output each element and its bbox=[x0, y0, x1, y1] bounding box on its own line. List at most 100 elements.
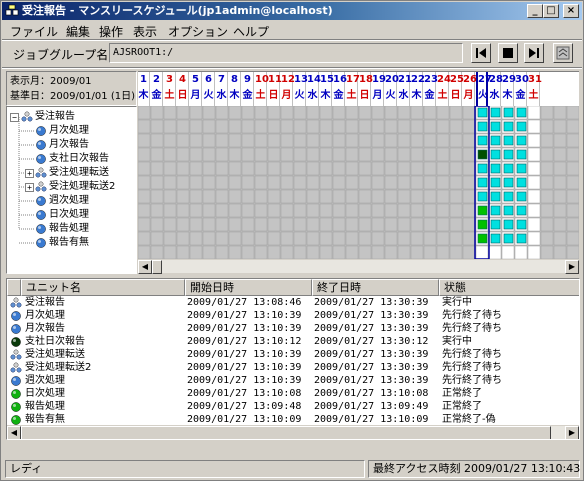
calendar-day-24[interactable]: 24 土 bbox=[437, 72, 451, 106]
schedule-mark-cyan[interactable] bbox=[490, 233, 501, 244]
calendar-day-5[interactable]: 5月 bbox=[190, 72, 202, 106]
calendar-day-19[interactable]: 19 月 bbox=[372, 72, 386, 106]
menu-help[interactable]: ヘルプ bbox=[233, 23, 269, 40]
schedule-mark-green[interactable] bbox=[477, 233, 488, 244]
title-bar[interactable]: 受注報告 - マンスリースケジュール(jp1admin@localhost) _… bbox=[2, 2, 582, 20]
list-row[interactable]: 支社日次報告 2009/01/27 13:10:12 2009/01/27 13:3… bbox=[7, 335, 579, 349]
calendar-day-6[interactable]: 6火 bbox=[203, 72, 215, 106]
schedule-grid[interactable] bbox=[138, 106, 579, 259]
schedule-mark-cyan[interactable] bbox=[477, 191, 488, 202]
schedule-scrollbar[interactable]: ◀ ▶ bbox=[138, 259, 579, 274]
menu-edit[interactable]: 編集 bbox=[66, 23, 90, 40]
jobgroup-field[interactable]: AJSROOT1:/ bbox=[109, 43, 463, 63]
calendar-day-22[interactable]: 22 木 bbox=[411, 72, 425, 106]
list-scrollbar[interactable]: ◀ ▶ bbox=[7, 425, 579, 439]
list-scroll-thumb[interactable] bbox=[21, 426, 551, 439]
list-row[interactable]: 月次報告 2009/01/27 13:10:39 2009/01/27 13:30:… bbox=[7, 322, 579, 336]
schedule-mark-cyan[interactable] bbox=[516, 163, 527, 174]
list-scroll-left-icon[interactable]: ◀ bbox=[7, 426, 21, 439]
tree-node[interactable]: 報告有無 bbox=[35, 236, 89, 250]
schedule-mark-cyan[interactable] bbox=[490, 135, 501, 146]
calendar-day-1[interactable]: 1木 bbox=[138, 72, 150, 106]
menu-options[interactable]: オプション bbox=[168, 23, 228, 40]
calendar-day-16[interactable]: 16 金 bbox=[333, 72, 347, 106]
calendar-day-8[interactable]: 8木 bbox=[229, 72, 241, 106]
list-row[interactable]: 受注処理転送 2009/01/27 13:10:39 2009/01/27 13:3… bbox=[7, 348, 579, 362]
minimize-button[interactable]: _ bbox=[527, 4, 543, 18]
schedule-mark-green[interactable] bbox=[477, 219, 488, 230]
schedule-mark-cyan[interactable] bbox=[503, 177, 514, 188]
tree-node[interactable]: 報告処理 bbox=[35, 222, 89, 236]
list-row[interactable]: 報告処理 2009/01/27 13:09:48 2009/01/27 13:09:… bbox=[7, 400, 579, 414]
tree-node[interactable]: 月次処理 bbox=[35, 124, 89, 138]
maximize-button[interactable]: □ bbox=[543, 4, 559, 18]
calendar-day-10[interactable]: 10 土 bbox=[255, 72, 269, 106]
calendar-day-26[interactable]: 26 月 bbox=[463, 72, 477, 106]
tree-node[interactable]: 受注報告 bbox=[21, 110, 75, 124]
schedule-mark-darkgreen[interactable] bbox=[477, 149, 488, 160]
schedule-mark-cyan[interactable] bbox=[477, 107, 488, 118]
list-row[interactable]: 月次処理 2009/01/27 13:10:39 2009/01/27 13:30:… bbox=[7, 309, 579, 323]
scroll-right-icon[interactable]: ▶ bbox=[565, 260, 579, 274]
list-row[interactable]: 受注処理転送2 2009/01/27 13:10:39 2009/01/27 13:… bbox=[7, 361, 579, 375]
schedule-mark-cyan[interactable] bbox=[503, 135, 514, 146]
calendar-day-20[interactable]: 20 火 bbox=[385, 72, 399, 106]
list-row[interactable]: 週次処理 2009/01/27 13:10:39 2009/01/27 13:30:… bbox=[7, 374, 579, 388]
previous-button[interactable] bbox=[471, 43, 491, 63]
calendar-day-17[interactable]: 17 土 bbox=[346, 72, 360, 106]
calendar-day-14[interactable]: 14 水 bbox=[307, 72, 321, 106]
schedule-mark-cyan[interactable] bbox=[503, 205, 514, 216]
schedule-mark-green[interactable] bbox=[477, 205, 488, 216]
calendar-day-31[interactable]: 31 土 bbox=[528, 72, 542, 106]
menu-view[interactable]: 表示 bbox=[133, 23, 157, 40]
tree-node[interactable]: 日次処理 bbox=[35, 208, 89, 222]
expand-icon[interactable]: + bbox=[25, 183, 34, 192]
schedule-mark-cyan[interactable] bbox=[503, 163, 514, 174]
calendar-day-12[interactable]: 12 月 bbox=[281, 72, 295, 106]
schedule-mark-cyan[interactable] bbox=[490, 219, 501, 230]
next-button[interactable] bbox=[524, 43, 544, 63]
schedule-mark-cyan[interactable] bbox=[477, 177, 488, 188]
schedule-mark-cyan[interactable] bbox=[503, 121, 514, 132]
list-row[interactable]: 日次処理 2009/01/27 13:10:08 2009/01/27 13:10:… bbox=[7, 387, 579, 401]
calendar-day-25[interactable]: 25 日 bbox=[450, 72, 464, 106]
list-scroll-right-icon[interactable]: ▶ bbox=[565, 426, 579, 439]
close-button[interactable]: × bbox=[563, 4, 579, 18]
calendar-day-30[interactable]: 30 金 bbox=[515, 72, 529, 106]
schedule-mark-cyan[interactable] bbox=[516, 135, 527, 146]
calendar-day-13[interactable]: 13 火 bbox=[294, 72, 308, 106]
schedule-mark-cyan[interactable] bbox=[516, 219, 527, 230]
schedule-mark-cyan[interactable] bbox=[490, 149, 501, 160]
schedule-mark-cyan[interactable] bbox=[503, 219, 514, 230]
schedule-mark-cyan[interactable] bbox=[490, 191, 501, 202]
calendar-day-4[interactable]: 4日 bbox=[177, 72, 189, 106]
tree-node[interactable]: 受注処理転送 bbox=[35, 166, 109, 180]
schedule-mark-cyan[interactable] bbox=[516, 191, 527, 202]
calendar-day-18[interactable]: 18 日 bbox=[359, 72, 373, 106]
calendar-day-7[interactable]: 7水 bbox=[216, 72, 228, 106]
expand-icon[interactable]: + bbox=[25, 169, 34, 178]
list-header-unit[interactable]: ユニット名 bbox=[21, 279, 185, 296]
schedule-mark-cyan[interactable] bbox=[490, 107, 501, 118]
schedule-mark-cyan[interactable] bbox=[477, 163, 488, 174]
menu-operation[interactable]: 操作 bbox=[99, 23, 123, 40]
schedule-mark-cyan[interactable] bbox=[503, 191, 514, 202]
calendar-day-11[interactable]: 11 日 bbox=[268, 72, 282, 106]
menu-file[interactable]: ファイル bbox=[10, 23, 58, 40]
schedule-mark-cyan[interactable] bbox=[503, 107, 514, 118]
list-row[interactable]: 報告有無 2009/01/27 13:10:09 2009/01/27 13:10:… bbox=[7, 413, 579, 427]
stop-button[interactable] bbox=[498, 43, 518, 63]
list-header-end[interactable]: 終了日時 bbox=[312, 279, 439, 296]
unit-list[interactable]: ユニット名 開始日時 終了日時 状態 ◀ ▶ 受注報告 2009/01/27 13… bbox=[6, 278, 580, 440]
calendar-day-27[interactable]: 27 火 bbox=[476, 72, 492, 106]
calendar-day-15[interactable]: 15 木 bbox=[320, 72, 334, 106]
schedule-mark-cyan[interactable] bbox=[516, 149, 527, 160]
calendar-day-3[interactable]: 3土 bbox=[164, 72, 176, 106]
schedule-mark-cyan[interactable] bbox=[516, 205, 527, 216]
schedule-mark-cyan[interactable] bbox=[477, 121, 488, 132]
calendar-day-23[interactable]: 23 金 bbox=[424, 72, 438, 106]
scroll-left-icon[interactable]: ◀ bbox=[138, 260, 152, 274]
calendar-day-29[interactable]: 29 木 bbox=[502, 72, 516, 106]
list-header-start[interactable]: 開始日時 bbox=[185, 279, 312, 296]
schedule-mark-cyan[interactable] bbox=[516, 107, 527, 118]
